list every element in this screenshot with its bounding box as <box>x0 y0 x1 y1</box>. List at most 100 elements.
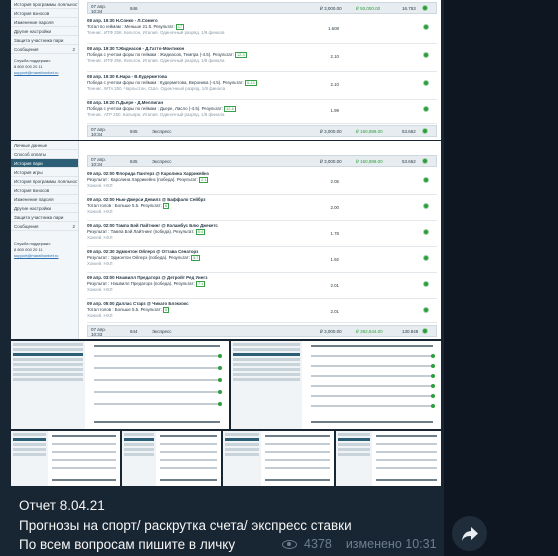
check-circle-icon <box>430 354 435 358</box>
thumbnail-sidebar <box>11 341 86 429</box>
bet-coef: 2.01 <box>330 283 339 288</box>
check-circle-icon <box>218 378 223 382</box>
sidebar-item: Изменение пароля <box>11 18 78 27</box>
thumbnail-sidebar <box>223 431 261 486</box>
thumbnail-row <box>310 421 433 423</box>
bet-item: 08 апр. 19:20 Л.Дьере - Д.Меллиган Побед… <box>87 100 437 124</box>
thumbnail-sidebar <box>231 341 303 429</box>
message-meta: 4378 изменено 10:31 <box>282 537 437 551</box>
thumbnail-row <box>159 459 218 461</box>
bet-result: 12-3 <box>235 52 247 58</box>
thumbnail-row <box>93 379 221 381</box>
bet-result: 5:4 <box>195 229 206 235</box>
bet-payout: ₽ 160,988.00 <box>356 129 383 134</box>
photo-bet-history-7[interactable] <box>223 431 334 486</box>
photo-bet-history-3[interactable] <box>11 341 229 429</box>
check-circle-icon <box>218 366 223 370</box>
photo-bet-history-8[interactable] <box>336 431 441 486</box>
messages-badge: 2 <box>72 224 75 229</box>
check-circle-icon <box>423 80 429 86</box>
photo-bet-history-5[interactable] <box>11 431 120 486</box>
check-circle-icon <box>430 384 435 388</box>
check-circle-icon <box>423 281 429 287</box>
photo-bet-history-4[interactable] <box>231 341 441 429</box>
bet-item: 09 апр. 03:00 Нэшвилл Предаторз @ Детрой… <box>87 275 437 299</box>
bet-result: 6 <box>163 307 170 313</box>
sidebar-item: Защита участника пари <box>11 36 78 45</box>
messages-badge: 2 <box>72 47 75 52</box>
check-circle-icon <box>218 390 223 394</box>
photo-bet-history-1[interactable]: История программы лояльности История взн… <box>11 0 441 140</box>
thumbnail-row <box>265 479 330 481</box>
check-circle-icon <box>423 229 429 235</box>
bet-type: Экспресс <box>152 129 172 134</box>
bet-selection: Результат : Каролина Харрикейнз (победа)… <box>87 177 198 182</box>
bet-id: 845 <box>130 129 138 134</box>
thumbnail-row <box>375 451 437 453</box>
thumbnail-row <box>310 395 433 397</box>
sidebar-item: Способ оплаты <box>11 150 78 159</box>
check-circle-icon <box>423 106 429 112</box>
thumbnail-row <box>93 345 221 347</box>
check-circle-icon <box>423 24 429 30</box>
bet-result: 6 <box>163 203 170 209</box>
bet-summary-row: 07 апр. 10:34 846 ₽ 3,000.00 ₽ 50,000.00… <box>87 2 437 14</box>
thumbnail-sidebar <box>336 431 372 486</box>
thumbnail-row <box>159 467 218 469</box>
check-circle-icon <box>423 307 429 313</box>
bet-item: 09 апр. 02:00 Тампа Бэй Лайтнинг @ Колам… <box>87 223 437 247</box>
bet-odds: 130.848 <box>402 329 419 334</box>
check-circle-icon <box>422 158 428 164</box>
bet-coef: 1.608 <box>328 26 339 31</box>
thumbnail-row <box>159 443 218 445</box>
bet-league: Хоккей. НХЛ <box>87 183 113 188</box>
support-info: Служба поддержки: 8 800 000 20 11 <box>14 241 51 252</box>
bet-selection: Победа с учетом форы по геймам : Кудерме… <box>87 80 244 85</box>
check-circle-icon <box>423 255 429 261</box>
views-count: 4378 <box>304 537 332 551</box>
bet-amount: ₽ 3,000.00 <box>320 159 342 164</box>
sidebar-item-label: Сообщения <box>14 47 39 52</box>
share-button[interactable] <box>452 516 487 551</box>
bet-selection: Тотал голов : Больше 5.5. Результат: <box>87 307 162 312</box>
sidebar-item: Защита участника пари <box>11 213 78 222</box>
bet-list: 07 апр. 10:34 845 Экспресс ₽ 3,000.00 ₽ … <box>87 141 437 339</box>
bet-summary-row: 07 апр. 10:34 845 Экспресс ₽ 3,000.00 ₽ … <box>87 125 437 137</box>
photo-bet-history-6[interactable] <box>122 431 221 486</box>
thumbnail-row <box>265 467 330 469</box>
bet-selection: Результат : Эдмонтон Ойлерз (победа). Ре… <box>87 255 190 260</box>
sidebar-item: История программы лояльности <box>11 0 78 9</box>
photo-bet-history-2[interactable]: Личные данные Способ оплаты История пари… <box>11 141 441 339</box>
bet-league: Хоккей. НХЛ <box>87 261 113 266</box>
bet-payout: ₽ 50,000.00 <box>356 6 381 11</box>
caption-line: Прогнозы на спорт/ раскрутка счета/ эксп… <box>19 517 352 533</box>
bet-coef: 1.99 <box>330 108 339 113</box>
bet-league: Хоккей. НХЛ <box>87 287 113 292</box>
account-sidebar: История программы лояльности История взн… <box>11 0 79 140</box>
bet-selection: Тотал голов : Больше 5.5. Результат: <box>87 203 162 208</box>
thumbnail-row <box>375 467 437 469</box>
bet-odds: 53.662 <box>402 129 416 134</box>
thumbnail-row <box>93 421 221 423</box>
bet-item: 09 апр. 02:00 Флорида Пантерз @ Каролина… <box>87 171 437 195</box>
bet-odds: 53.662 <box>402 159 416 164</box>
bet-coef: 2.01 <box>330 309 339 314</box>
bet-selection: Победа с учетом форы по геймам : Жидеасо… <box>87 52 234 57</box>
check-circle-icon <box>423 177 429 183</box>
thumbnail-row <box>265 459 330 461</box>
bet-item: 08 апр. 19:30 К.Нара - В.Кудерметова Поб… <box>87 74 437 100</box>
thumbnail-row <box>159 435 218 437</box>
bet-result: 7:1 <box>196 281 206 287</box>
bet-result: 5-13 <box>245 80 257 86</box>
bet-date: 07 апр. 10:34 <box>91 4 106 14</box>
thumbnail-row <box>310 365 433 367</box>
bet-list: 07 апр. 10:34 846 ₽ 3,000.00 ₽ 50,000.00… <box>87 0 437 140</box>
check-circle-icon <box>218 402 223 406</box>
share-arrow-icon <box>461 526 478 541</box>
bet-league: Теннис. ATP 250. Кальяри, Италия. Одиноч… <box>87 112 225 117</box>
check-circle-icon <box>430 364 435 368</box>
sidebar-item-messages: Сообщения 2 <box>11 45 78 54</box>
thumbnail-row <box>375 459 437 461</box>
check-circle-icon <box>218 354 223 358</box>
bet-result: 3:7 <box>191 255 201 261</box>
